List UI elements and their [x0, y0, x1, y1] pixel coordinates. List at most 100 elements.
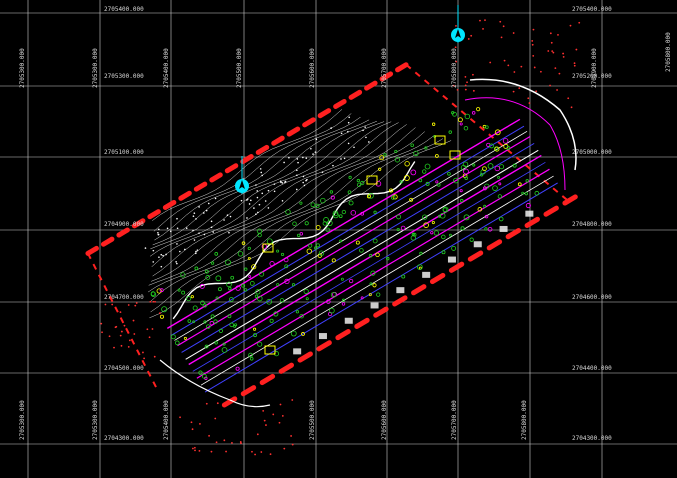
- building-block: [525, 210, 534, 217]
- survey-point: [518, 87, 521, 90]
- hatch-dot: [321, 171, 324, 173]
- hatch-dot: [295, 188, 298, 191]
- coord-label: 2705800.000: [451, 48, 458, 88]
- tree-symbol: [256, 228, 263, 234]
- hatch-dot: [347, 142, 350, 145]
- survey-point: [119, 311, 122, 314]
- tree-symbol: [372, 238, 378, 244]
- hatch-dot: [144, 247, 147, 249]
- survey-point: [151, 328, 154, 330]
- tree-symbol: [296, 233, 301, 238]
- hatch-dot: [315, 138, 318, 141]
- hatch-dot: [259, 168, 262, 170]
- tree-symbol: [276, 249, 280, 253]
- survey-point: [455, 24, 457, 27]
- survey-point: [556, 89, 558, 91]
- hatch-dot: [223, 219, 225, 221]
- hatch-dot: [306, 178, 308, 181]
- hatch-dot: [261, 174, 263, 177]
- coord-label: 2704700.000: [104, 294, 144, 301]
- building-block: [293, 348, 302, 355]
- coord-label: 2705300.000: [19, 48, 26, 88]
- hatch-dot: [283, 161, 285, 164]
- hatch-dot: [198, 206, 200, 208]
- hatch-dot: [176, 217, 178, 220]
- road-line: [174, 130, 528, 341]
- tree-symbol: [355, 240, 360, 245]
- hatch-dot: [368, 141, 370, 143]
- tree-symbol: [348, 200, 354, 206]
- cad-drawing-canvas[interactable]: 2705400.000 2705400.000 2705300.000 2705…: [0, 0, 677, 478]
- hatch-dot: [296, 169, 298, 172]
- survey-point: [159, 312, 161, 315]
- coord-label: 2705300.000: [19, 400, 26, 440]
- hatch-dot: [248, 203, 251, 205]
- tree-symbol: [295, 310, 300, 314]
- survey-point: [152, 300, 155, 303]
- hatch-dot: [166, 227, 169, 230]
- survey-point: [513, 71, 516, 73]
- tree-symbol: [339, 239, 343, 243]
- hatch-dot: [310, 147, 312, 150]
- survey-point: [115, 325, 118, 328]
- survey-point: [464, 75, 467, 78]
- tree-symbol: [347, 190, 352, 194]
- survey-point: [199, 422, 201, 425]
- tree-symbol: [241, 283, 246, 288]
- boundary-segment: [333, 98, 347, 110]
- hatch-dot: [158, 256, 160, 258]
- coord-label: 2705300.000: [104, 73, 144, 80]
- survey-point: [215, 441, 218, 444]
- tree-symbol: [373, 210, 377, 214]
- building-block: [344, 317, 353, 324]
- tree-symbol: [194, 266, 199, 271]
- survey-point: [132, 319, 135, 322]
- boundary-segment: [316, 340, 332, 352]
- tree-symbol: [257, 341, 263, 347]
- boundary-segment: [255, 144, 270, 155]
- boundary-segment: [240, 385, 257, 397]
- tree-symbol: [350, 210, 357, 216]
- tree-symbol: [159, 314, 165, 319]
- tree-symbol: [418, 178, 423, 183]
- survey-point: [535, 90, 538, 93]
- hatch-dot: [229, 215, 232, 218]
- survey-point: [143, 357, 146, 360]
- hatch-dot: [255, 213, 257, 216]
- tree-symbol: [305, 297, 309, 301]
- boundary-segment: [317, 108, 332, 119]
- tree-symbol: [499, 164, 505, 170]
- hatch-dot: [296, 174, 298, 177]
- hatch-dot: [240, 199, 243, 202]
- access-road: [469, 78, 577, 171]
- survey-point: [479, 19, 481, 22]
- survey-point: [191, 428, 194, 431]
- boundary-segment: [259, 373, 276, 386]
- tree-symbol: [464, 113, 471, 120]
- boundary-segment: [193, 181, 208, 192]
- tree-symbol: [217, 287, 222, 292]
- survey-point: [135, 302, 138, 304]
- tree-symbol: [483, 204, 487, 208]
- survey-point: [532, 28, 535, 31]
- road-line: [204, 182, 558, 393]
- tree-symbol: [404, 161, 410, 167]
- coord-label: 2705300.000: [92, 400, 99, 440]
- tree-symbol: [396, 227, 400, 232]
- tree-symbol: [360, 296, 364, 300]
- survey-point: [549, 84, 551, 87]
- boundary-segment: [271, 135, 285, 146]
- hatch-dot: [160, 265, 163, 268]
- survey-point: [127, 304, 130, 306]
- tree-symbol: [247, 246, 251, 250]
- survey-point: [283, 447, 286, 450]
- hatch-dot: [362, 129, 364, 132]
- hatch-dot: [305, 157, 308, 159]
- survey-point: [503, 59, 506, 62]
- tree-symbol: [356, 178, 360, 183]
- boundary-segment: [395, 62, 409, 73]
- hatch-dot: [210, 220, 213, 223]
- tree-symbol: [244, 267, 248, 271]
- hatch-dot: [260, 171, 263, 174]
- tree-symbol: [320, 197, 326, 204]
